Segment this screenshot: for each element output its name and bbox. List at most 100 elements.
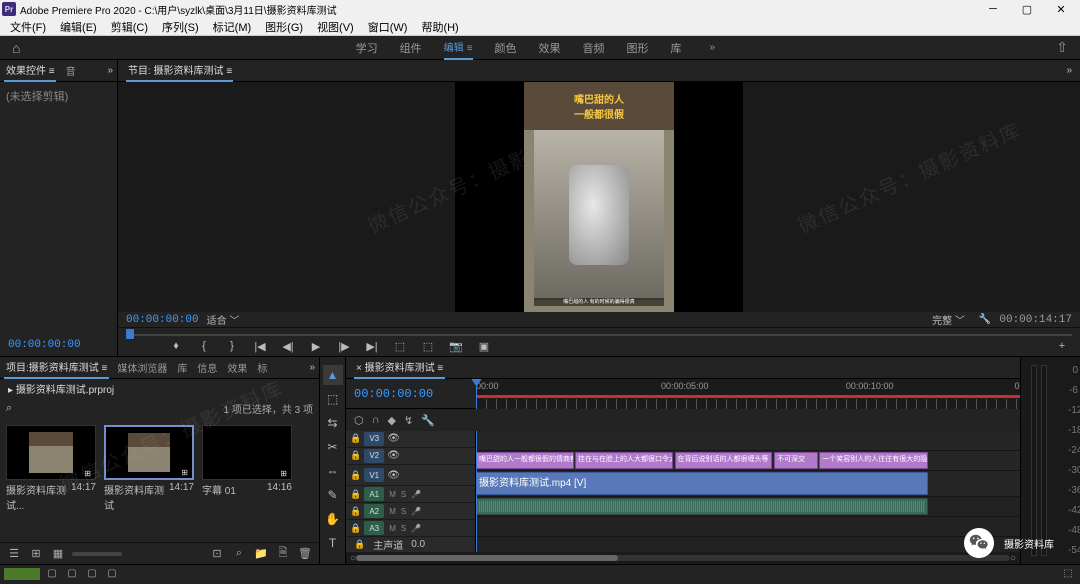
new-item-button[interactable]: 🗎	[275, 546, 291, 562]
step-fwd-button[interactable]: |▶	[334, 336, 354, 356]
tab-effects2[interactable]: 效果	[225, 357, 249, 378]
time-ruler[interactable]: 00:00 00:00:05:00 00:00:10:00 00:0	[476, 379, 1020, 409]
project-bin-name[interactable]: ▸ 摄影资料库测试.prproj	[8, 381, 114, 396]
timeline-content[interactable]: 嘴巴甜的人一般都很假的情商都很高 挂在与在脸上的人大都很口令太笨 在背后说别话的…	[476, 431, 1020, 552]
program-tc-left[interactable]: 00:00:00:00	[126, 314, 199, 326]
ws-graphics[interactable]: 图形	[627, 36, 649, 60]
tab-project[interactable]: 项目:摄影资料库测试 ≡	[4, 356, 109, 379]
master-track[interactable]: 🔒主声道0.0	[346, 537, 475, 552]
track-select-tool[interactable]: ⬚	[323, 389, 343, 409]
program-tc-right[interactable]: 00:00:14:17	[999, 314, 1072, 326]
go-to-in-button[interactable]: |◀	[250, 336, 270, 356]
track-head-a3[interactable]: 🔒A3MS🎤	[346, 520, 475, 537]
ws-editing[interactable]: 编辑 ≡	[444, 35, 473, 60]
track-head-v1[interactable]: 🔒V1👁	[346, 465, 475, 487]
find-button[interactable]: ⌕	[231, 546, 247, 562]
project-item[interactable]: ⊞ 字幕 0114:16	[202, 425, 292, 536]
freeform-view-button[interactable]: ▦	[50, 546, 66, 562]
tab-sequence[interactable]: × 摄影资料库测试 ≡	[354, 356, 445, 379]
ws-audio[interactable]: 音频	[583, 36, 605, 60]
ws-assembly[interactable]: 组件	[400, 36, 422, 60]
timeline-hscroll[interactable]: ○ ○	[346, 552, 1020, 564]
tab-effect-controls[interactable]: 效果控件 ≡	[4, 59, 56, 82]
link-button[interactable]: ∩	[372, 414, 380, 426]
button-editor[interactable]: +	[1052, 336, 1072, 356]
program-scrubber[interactable]	[118, 327, 1080, 336]
snap-button[interactable]: ⬡	[354, 414, 364, 427]
clip-text[interactable]: 在背后说别话的人都很缠头等	[675, 452, 773, 469]
thumb-size-slider[interactable]	[72, 552, 122, 556]
project-item[interactable]: ⊞ 摄影资料库测试...14:17	[6, 425, 96, 536]
menu-file[interactable]: 文件(F)	[4, 17, 52, 37]
new-bin-button[interactable]: 📁	[253, 546, 269, 562]
track-head-a2[interactable]: 🔒A2MS🎤	[346, 503, 475, 520]
mark-in-button[interactable]: {	[194, 336, 214, 356]
ws-color[interactable]: 颜色	[495, 36, 517, 60]
clip-audio[interactable]	[476, 498, 928, 515]
ws-library[interactable]: 库	[671, 36, 682, 60]
playhead[interactable]	[476, 431, 477, 552]
pen-tool[interactable]: ✎	[323, 485, 343, 505]
render-status[interactable]	[4, 568, 40, 580]
slip-tool[interactable]: ⇔	[323, 461, 343, 481]
track-head-v3[interactable]: 🔒V3👁	[346, 431, 475, 448]
maximize-button[interactable]: ▢	[1010, 0, 1044, 18]
compare-button[interactable]: ▣	[474, 336, 494, 356]
menu-sequence[interactable]: 序列(S)	[156, 17, 205, 37]
go-to-out-button[interactable]: ▶|	[362, 336, 382, 356]
menu-help[interactable]: 帮助(H)	[415, 17, 464, 37]
icon-view-button[interactable]: ⊞	[28, 546, 44, 562]
export-frame-button[interactable]: 📷	[446, 336, 466, 356]
ec-timecode[interactable]: 00:00:00:00	[8, 339, 81, 351]
sb-4[interactable]: ▢	[104, 568, 120, 580]
track-head-v2[interactable]: 🔒V2👁	[346, 448, 475, 465]
tab-libraries[interactable]: 库	[175, 357, 189, 378]
settings-icon[interactable]: 🔧	[979, 314, 991, 325]
list-view-button[interactable]: ☰	[6, 546, 22, 562]
mark-out-button[interactable]: }	[222, 336, 242, 356]
tab-program[interactable]: 节目: 摄影资料库测试 ≡	[126, 59, 233, 82]
panel-overflow[interactable]: »	[107, 65, 113, 76]
clip-text[interactable]: 一个笑容别人的人往往有很大的隐秘	[819, 452, 928, 469]
program-monitor[interactable]: 嘴巴甜的人 一般都很假 嘴巴甜的人 有的时候的骗得很真	[455, 82, 743, 312]
menu-window[interactable]: 窗口(W)	[362, 17, 414, 37]
type-tool[interactable]: T	[323, 533, 343, 553]
selection-tool[interactable]: ▲	[323, 365, 343, 385]
menu-view[interactable]: 视图(V)	[311, 17, 360, 37]
timeline-tc[interactable]: 00:00:00:00	[354, 387, 433, 401]
ripple-tool[interactable]: ⇆	[323, 413, 343, 433]
lift-button[interactable]: ⬚	[390, 336, 410, 356]
sb-2[interactable]: ▢	[64, 568, 80, 580]
search-icon[interactable]: ⌕	[6, 402, 12, 415]
step-back-button[interactable]: ◀|	[278, 336, 298, 356]
close-button[interactable]: ✕	[1044, 0, 1078, 18]
sb-3[interactable]: ▢	[84, 568, 100, 580]
quality-select[interactable]: 完整 ﹀	[932, 312, 965, 327]
zoom-fit[interactable]: 适合 ﹀	[207, 312, 240, 327]
wrench-button[interactable]: 🔧	[421, 414, 435, 427]
menu-edit[interactable]: 编辑(E)	[54, 17, 103, 37]
menu-graphics[interactable]: 图形(G)	[259, 17, 309, 37]
razor-tool[interactable]: ✂	[323, 437, 343, 457]
hand-tool[interactable]: ✋	[323, 509, 343, 529]
settings-button[interactable]: ↯	[404, 414, 413, 427]
add-marker-button[interactable]: ♦	[166, 336, 186, 356]
tab-media-browser[interactable]: 媒体浏览器	[115, 357, 169, 378]
tab-audio[interactable]: 音	[64, 60, 78, 81]
clip-text[interactable]: 嘴巴甜的人一般都很假的情商都很高	[476, 452, 574, 469]
auto-seq-button[interactable]: ⊡	[209, 546, 225, 562]
menu-markers[interactable]: 标记(M)	[207, 17, 258, 37]
play-button[interactable]: ▶	[306, 336, 326, 356]
extract-button[interactable]: ⬚	[418, 336, 438, 356]
home-button[interactable]: ⌂	[6, 38, 26, 58]
menu-clip[interactable]: 剪辑(C)	[105, 17, 154, 37]
minimize-button[interactable]: ─	[976, 0, 1010, 18]
ws-learn[interactable]: 学习	[356, 36, 378, 60]
tab-info[interactable]: 信息	[195, 357, 219, 378]
ws-overflow[interactable]: »	[704, 42, 722, 53]
delete-button[interactable]: 🗑	[297, 546, 313, 562]
program-overflow[interactable]: »	[1066, 65, 1072, 76]
project-item[interactable]: ⊞ 摄影资料库测试14:17	[104, 425, 194, 536]
sb-r1[interactable]: ⬚	[1060, 568, 1076, 580]
clip-video[interactable]: 摄影资料库测试.mp4 [V]	[476, 472, 928, 495]
